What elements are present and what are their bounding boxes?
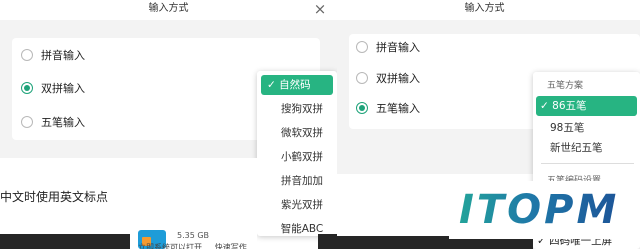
dropdown-item-pinyinjiajia[interactable]: 拼音加加 [267,171,337,191]
option-label: 五笔输入 [41,116,85,129]
radio-pinyin[interactable] [356,41,368,53]
dropdown-item-86wubi[interactable]: ✓ 86五笔 [536,96,637,116]
taskbar-left [0,234,130,249]
check-icon: ✓ [540,100,549,112]
option-label: 双拼输入 [376,72,420,85]
dropdown-section-header: 五笔编码设置 [547,176,602,181]
dropdown-header: 五笔方案 [547,81,584,91]
dropdown-item-sogou[interactable]: 搜狗双拼 [267,99,337,119]
option-pinyin[interactable]: 拼音输入 [21,44,85,66]
dropdown-item-ziranma[interactable]: ✓ 自然码 [261,75,333,95]
radio-pinyin[interactable] [21,49,33,61]
option-shuangpin[interactable]: 双拼输入 [21,77,85,99]
radio-wubi[interactable] [356,102,368,114]
setting-english-punctuation: 中文时使用英文标点 [0,190,109,204]
option-label: 双拼输入 [41,82,85,95]
dropdown-divider [541,163,634,164]
dropdown-item-98wubi[interactable]: 98五笔 [533,118,640,138]
option-pinyin[interactable]: 拼音输入 [356,36,420,58]
dialog-title: 输入方式 [148,3,189,14]
option-wubi[interactable]: 五笔输入 [356,97,420,119]
option-label: 拼音输入 [376,41,420,54]
check-icon: ✓ [267,79,276,91]
dropdown-item-xinshiji[interactable]: 新世纪五笔 [533,138,640,158]
dropdown-item-xiaohe[interactable]: 小鹤双拼 [267,147,337,167]
left-dialog: 输入方式 × 拼音输入 双拼输入 五笔输入 ✓ 自然码 搜狗双拼 微软双拼 小鹤… [0,0,337,249]
watermark-logo: ITOPM [449,181,636,239]
option-shuangpin[interactable]: 双拼输入 [356,67,420,89]
radio-shuangpin[interactable] [356,72,368,84]
dropdown-item-ziguang[interactable]: 紫光双拼 [267,195,337,215]
option-wubi[interactable]: 五笔输入 [21,111,85,133]
close-icon[interactable]: × [312,0,328,18]
option-label: 五笔输入 [376,102,420,115]
taskbar-right [318,234,337,249]
file-size: 5.35 GB [177,231,210,240]
shuangpin-dropdown[interactable]: ✓ 自然码 搜狗双拼 微软双拼 小鹤双拼 拼音加加 紫光双拼 智能ABC [257,71,337,236]
dropdown-item-microsoft[interactable]: 微软双拼 [267,123,337,143]
dialog-title: 输入方式 [464,3,505,14]
watermark-text: ITOPM [459,187,620,233]
radio-shuangpin[interactable] [21,82,33,94]
option-label: 拼音输入 [41,49,85,62]
partial-text: 立即系统可以打开 ... 快速写作 ... 一键设置 [138,243,258,249]
radio-wubi[interactable] [21,116,33,128]
